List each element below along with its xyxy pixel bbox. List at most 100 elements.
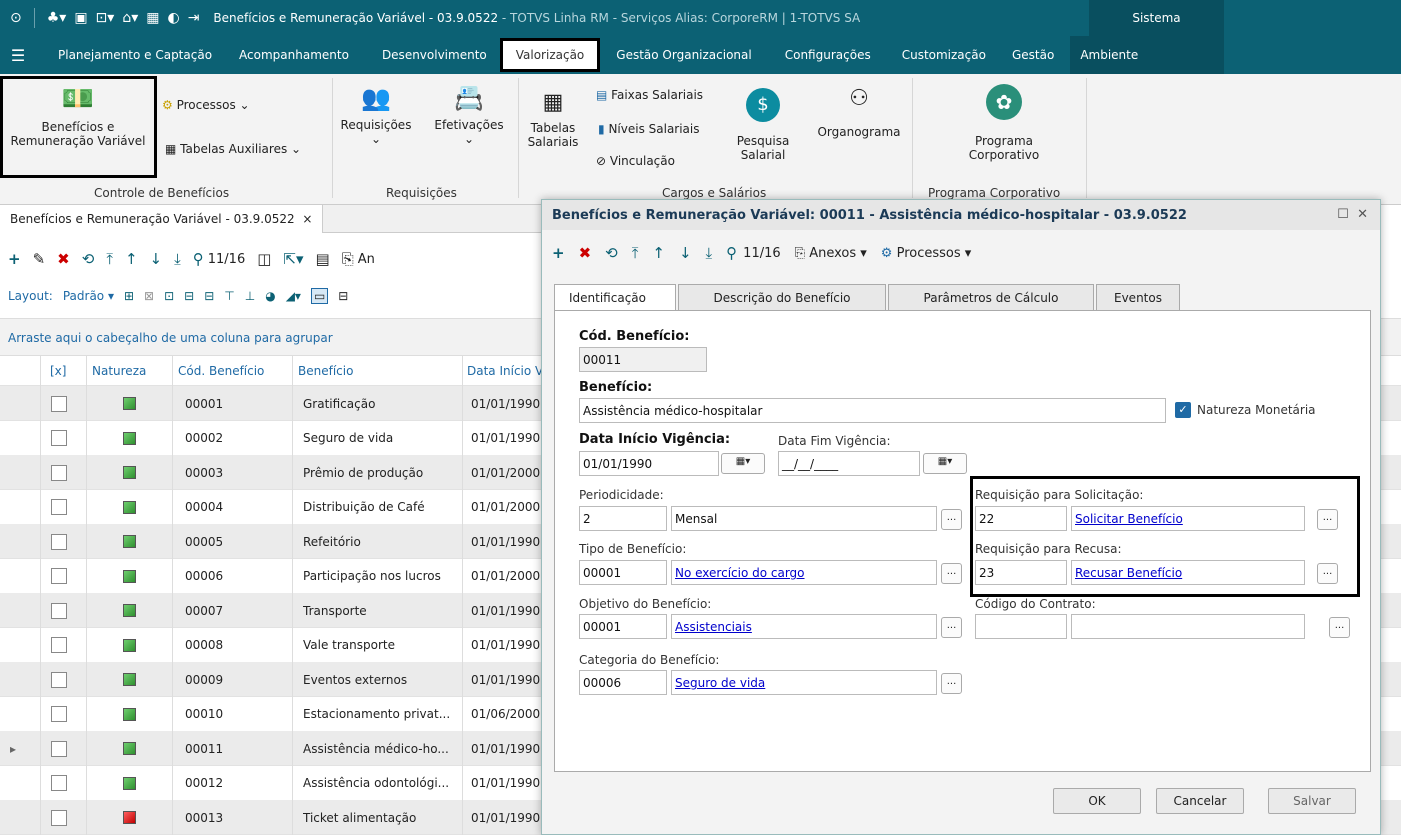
prev-icon[interactable]: ↑ <box>125 250 138 268</box>
col-header-cod[interactable]: Cód. Benefício <box>178 356 264 386</box>
col-header-select[interactable]: [x] <box>50 356 66 386</box>
tipo-link[interactable]: No exercício do cargo <box>675 566 805 580</box>
expand-icon[interactable]: ⊞ <box>124 289 134 303</box>
periodicidade-code-field[interactable]: 2 <box>579 506 667 531</box>
lookup-button[interactable]: ... <box>1329 617 1350 638</box>
checkbox[interactable] <box>51 499 67 515</box>
row-select-checkbox[interactable] <box>51 490 67 525</box>
tab-identificacao[interactable]: Identificação <box>554 284 676 311</box>
ok-button[interactable]: OK <box>1053 788 1141 814</box>
row-select-checkbox[interactable] <box>51 628 67 663</box>
row-select-checkbox[interactable] <box>51 800 67 835</box>
periodicidade-desc-field[interactable]: Mensal <box>671 506 937 531</box>
add-icon[interactable]: + <box>552 244 565 262</box>
contrato-desc-field[interactable] <box>1071 614 1305 639</box>
checkbox[interactable] <box>51 430 67 446</box>
lookup-button[interactable]: ... <box>1317 563 1338 584</box>
tab-descricao[interactable]: Descrição do Benefício <box>678 284 886 310</box>
tabelas-auxiliares-button[interactable]: ▦ Tabelas Auxiliares ⌄ <box>165 142 301 156</box>
close-icon[interactable]: ✕ <box>1357 207 1368 222</box>
report-icon[interactable]: ▤ <box>316 250 330 268</box>
refresh-icon[interactable]: ⟲ <box>82 250 95 268</box>
row-select-checkbox[interactable] <box>51 386 67 421</box>
delete-icon[interactable]: ✖ <box>57 250 70 268</box>
anexos-truncated[interactable]: An <box>358 252 375 267</box>
pesquisa-salarial-button[interactable]: $ Pesquisa Salarial <box>730 88 796 162</box>
maximize-icon[interactable]: ☐ <box>1337 207 1349 222</box>
checkbox[interactable] <box>51 671 67 688</box>
layout-select[interactable]: Padrão ▾ <box>63 289 114 303</box>
col-header-natureza[interactable]: Natureza <box>92 356 146 386</box>
search-icon[interactable]: ⚲ <box>726 244 737 262</box>
delete-icon[interactable]: ✖ <box>579 244 592 262</box>
processos-button[interactable]: ⚙ Processos ⌄ <box>162 98 250 112</box>
req-rec-link[interactable]: Recusar Benefício <box>1075 566 1182 580</box>
objetivo-code-field[interactable]: 00001 <box>579 614 667 639</box>
checkbox[interactable] <box>51 464 67 481</box>
row-select-checkbox[interactable] <box>51 662 67 697</box>
calendar-icon[interactable]: ▦▾ <box>923 453 967 474</box>
refresh-icon[interactable]: ⟲ <box>605 244 618 262</box>
add-icon[interactable]: + <box>8 250 21 268</box>
calculator-icon[interactable]: ▦ <box>146 10 159 26</box>
vinculacao-button[interactable]: ⊘ Vinculação <box>596 154 675 168</box>
refresh-window-icon[interactable]: ⊡▾ <box>96 10 115 26</box>
categoria-code-field[interactable]: 00006 <box>579 670 667 695</box>
home-icon[interactable]: ⌂▾ <box>122 10 138 26</box>
req-rec-code-field[interactable]: 23 <box>975 560 1067 585</box>
view-split-icon[interactable]: ⊟ <box>338 289 348 303</box>
first-icon[interactable]: ⤒ <box>632 244 639 262</box>
cod-field[interactable]: 00011 <box>579 347 707 372</box>
natureza-checkbox[interactable]: ✓ <box>1175 402 1191 418</box>
faixas-salariais-button[interactable]: ▤ Faixas Salariais <box>596 88 703 102</box>
menu-gestao-organizacional[interactable]: Gestão Organizacional <box>600 36 764 74</box>
next-icon[interactable]: ↓ <box>150 250 163 268</box>
sort-up-icon[interactable]: ⊟ <box>184 289 194 303</box>
row-select-checkbox[interactable] <box>51 766 67 801</box>
row-select-checkbox[interactable] <box>51 455 67 490</box>
save-button[interactable]: Salvar <box>1268 788 1356 814</box>
row-select-checkbox[interactable] <box>51 593 67 628</box>
next-icon[interactable]: ↓ <box>679 244 692 262</box>
checkbox[interactable] <box>51 706 67 722</box>
lookup-button[interactable]: ... <box>1317 509 1338 530</box>
checkbox[interactable] <box>51 395 67 412</box>
checkbox[interactable] <box>51 533 67 550</box>
requisicoes-button[interactable]: 👥 Requisições ⌄ <box>340 84 412 146</box>
lookup-button[interactable]: ... <box>941 563 962 584</box>
close-icon[interactable]: × <box>302 212 312 226</box>
processos-button[interactable]: ⚙ Processos ▾ <box>881 246 972 261</box>
first-icon[interactable]: ⤒ <box>106 250 113 268</box>
efetivacoes-button[interactable]: 📇 Efetivações ⌄ <box>424 84 514 146</box>
objetivo-desc-field[interactable]: Assistenciais <box>671 614 937 639</box>
menu-configuracoes[interactable]: Configurações <box>765 36 884 74</box>
req-sol-link[interactable]: Solicitar Benefício <box>1075 512 1183 526</box>
row-select-checkbox[interactable] <box>51 697 67 732</box>
beneficios-button[interactable]: 💵 Benefícios e Remuneração Variável <box>8 84 148 148</box>
tipo-desc-field[interactable]: No exercício do cargo <box>671 560 937 585</box>
categoria-link[interactable]: Seguro de vida <box>675 676 765 690</box>
lookup-button[interactable]: ... <box>941 673 962 694</box>
edit-icon[interactable]: ✎ <box>33 250 46 268</box>
menu-valorizacao[interactable]: Valorização <box>499 38 601 72</box>
exit-icon[interactable]: ⇥ <box>188 10 200 26</box>
anexos-button[interactable]: ⎘ Anexos ▾ <box>795 246 867 261</box>
search-icon[interactable]: ⚲ <box>193 250 204 268</box>
last-icon[interactable]: ⤓ <box>706 244 713 262</box>
help-icon[interactable]: ◐ <box>167 10 179 26</box>
cancel-button[interactable]: Cancelar <box>1156 788 1244 814</box>
menu-ambiente[interactable]: Ambiente <box>1067 36 1151 74</box>
checkbox[interactable] <box>51 775 67 791</box>
req-sol-desc-field[interactable]: Solicitar Benefício <box>1071 506 1305 531</box>
sistema-menu[interactable]: Sistema <box>1089 0 1224 36</box>
doc-tab-beneficios[interactable]: Benefícios e Remuneração Variável - 03.9… <box>0 205 324 233</box>
collapse-icon[interactable]: ⊠ <box>144 289 154 303</box>
data-inicio-field[interactable]: 01/01/1990 <box>579 451 719 476</box>
window-icon[interactable]: ▣ <box>74 10 87 26</box>
tab-eventos[interactable]: Eventos <box>1096 284 1180 310</box>
chart-icon[interactable]: ◢▾ <box>286 289 301 303</box>
checkbox[interactable] <box>51 602 67 619</box>
menu-acompanhamento[interactable]: Acompanhamento <box>225 36 362 74</box>
menu-gestao[interactable]: Gestão <box>999 36 1067 74</box>
contrato-code-field[interactable] <box>975 614 1067 639</box>
